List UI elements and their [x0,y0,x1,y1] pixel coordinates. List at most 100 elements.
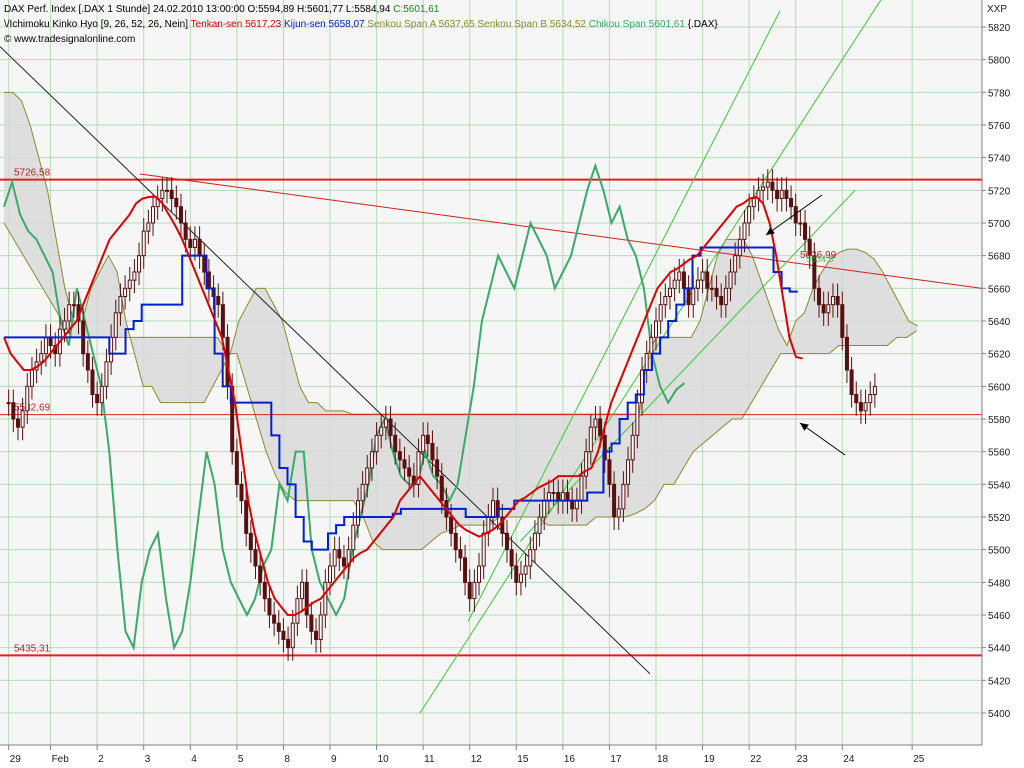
x-tick-label: 3 [145,754,151,765]
candle-body [309,614,314,632]
candle-body [868,394,873,404]
candle-body [160,189,165,199]
candle-body [141,230,146,257]
candle-body [761,186,766,191]
y-tick-label: 5420 [988,676,1011,687]
candle-body [644,353,649,371]
candle-body [584,451,589,477]
candle-body [537,516,542,534]
indicator-name: \/Ichimoku Kinko Hyo [9, 26, 52, 26, Nei… [4,19,188,30]
candle-body [509,549,514,567]
candle-body [276,622,281,632]
x-tick-label: 17 [610,754,622,765]
candle-body [365,467,370,485]
level-label: 5582,69 [14,403,51,414]
candle-body [728,271,733,289]
ohlc-values: O:5594,89 H:5601,77 L:5584,94 [247,4,391,15]
candle-body [863,402,868,412]
candle-body [337,549,342,559]
candle-body [253,549,258,567]
candle-body [579,475,584,502]
candle-body [598,418,603,436]
candle-body [234,451,239,485]
candle-body [244,500,249,534]
candle-body [607,459,612,485]
copyright-text: © www.tradesignalonline.com [4,34,136,45]
candle-body [6,402,11,405]
candle-body [48,336,53,347]
candle-body [835,296,840,306]
candle-body [626,459,631,485]
candle-body [719,296,724,306]
level-label: 5435,31 [14,643,51,654]
candle-body [95,394,100,404]
candle-body [262,581,267,600]
candle-body [197,238,202,257]
candle-body [183,222,188,240]
candle-body [532,532,537,551]
candle-body [849,369,854,395]
candle-body [733,255,738,273]
candle-body [449,516,454,534]
kijun-legend: Kijun-sen 5658,07 [284,19,365,30]
x-tick-label: 29 [10,754,22,765]
candle-body [672,279,677,289]
candle-body [784,189,789,199]
candle-body [132,271,137,281]
candle-body [826,304,831,314]
candle-body [29,369,34,387]
candle-body [174,198,179,208]
candle-body [206,271,211,289]
candle-body [71,304,76,307]
candle-body [295,598,300,624]
candle-body [528,549,533,567]
candle-body [574,500,579,510]
candle-body [770,181,775,191]
level-label: 5726,58 [14,168,51,179]
candle-body [328,565,332,583]
candle-body [39,353,44,363]
header-line-1: DAX Perf. Index [.DAX 1 Stunde] 24.02.20… [4,4,439,16]
candle-body [62,320,67,330]
candle-body [43,336,48,355]
candle-body [789,198,794,208]
candle-body [588,426,593,453]
candle-body [314,630,319,640]
candle-body [11,402,16,420]
x-tick-label: 5 [238,754,244,765]
y-tick-label: 5680 [988,252,1011,263]
candle-body [709,287,714,290]
candle-body [360,483,365,502]
candle-body [681,271,686,289]
candle-body [742,222,747,240]
instrument-name: DAX Perf. Index [.DAX 1 Stunde] [4,4,151,15]
candle-body [113,312,118,338]
candle-body [542,500,547,518]
candle-body [332,549,337,567]
y-tick-label: 5700 [988,219,1011,230]
candle-body [840,304,845,338]
senkou-a-legend: Senkou Span A 5637,65 [367,19,475,30]
candle-body [239,483,244,502]
candle-body [570,500,575,510]
x-tick-label: 12 [471,754,483,765]
x-tick-label: 11 [424,754,435,765]
y-tick-label: 5480 [988,578,1011,589]
tenkan-legend: Tenkan-sen 5617,23 [190,19,282,30]
candle-body [369,451,374,469]
candle-body [388,418,393,436]
candle-body [300,581,305,600]
candle-body [472,581,477,600]
candle-body [775,189,780,199]
x-tick-label: 4 [191,754,197,765]
candle-body [430,443,435,461]
candle-body [323,581,328,616]
senkou-b-legend: Senkou Span B 5634,52 [477,19,586,30]
candle-body [67,304,72,322]
candle-body [551,492,556,494]
y-tick-label: 5760 [988,121,1011,132]
y-tick-label: 5740 [988,154,1011,165]
candle-body [612,483,617,518]
candle-body [202,255,207,273]
candle-body [281,630,286,640]
